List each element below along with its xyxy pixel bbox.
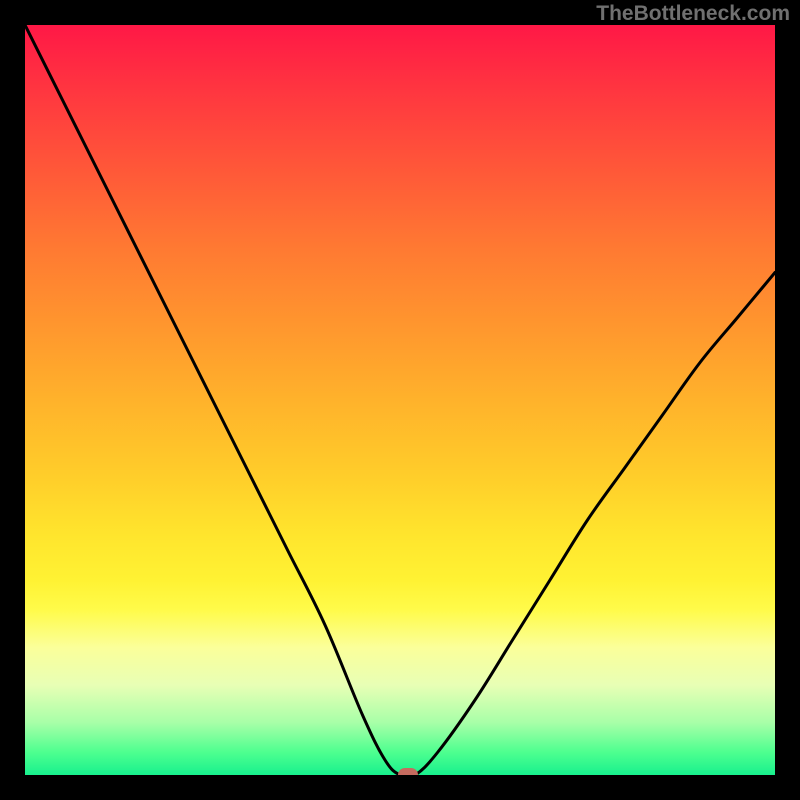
- watermark-text: TheBottleneck.com: [596, 2, 790, 26]
- curve-svg: [25, 25, 775, 775]
- bottleneck-curve: [25, 25, 775, 775]
- plot-area: [25, 25, 775, 775]
- chart-frame: TheBottleneck.com: [0, 0, 800, 800]
- optimal-point-marker: [398, 768, 418, 775]
